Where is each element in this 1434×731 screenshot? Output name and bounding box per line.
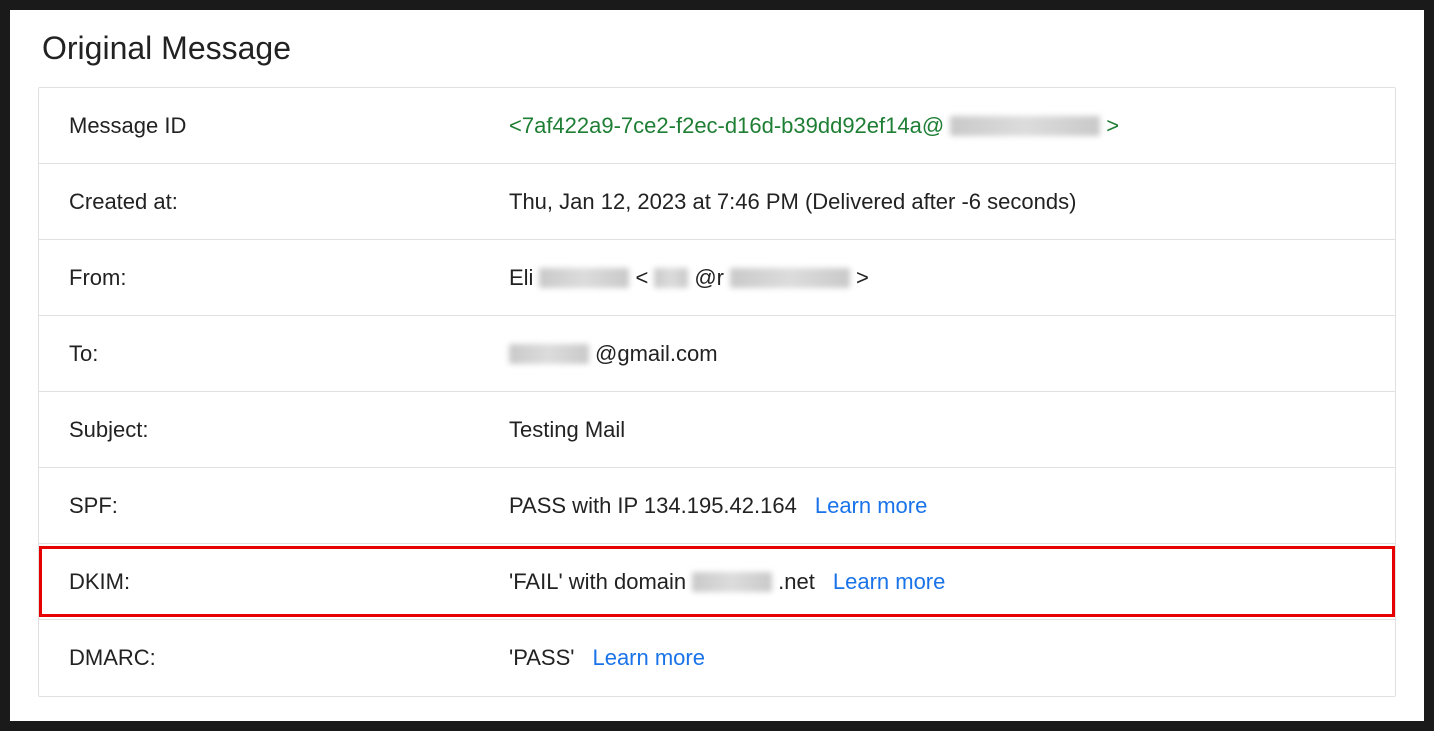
redacted-dkim-domain — [692, 572, 772, 592]
message-id-text-prefix: <7af422a9-7ce2-f2ec-d16d-b39dd92ef14a@ — [509, 113, 944, 139]
value-subject: Testing Mail — [509, 417, 625, 443]
learn-more-dmarc[interactable]: Learn more — [592, 645, 705, 671]
redacted-from-local — [654, 268, 688, 288]
from-at: @r — [694, 265, 724, 291]
row-from: From: Eli < @r > — [39, 240, 1395, 316]
row-message-id: Message ID <7af422a9-7ce2-f2ec-d16d-b39d… — [39, 88, 1395, 164]
row-spf: SPF: PASS with IP 134.195.42.164 Learn m… — [39, 468, 1395, 544]
message-id-text-suffix: > — [1106, 113, 1119, 139]
value-dmarc: 'PASS' Learn more — [509, 645, 705, 671]
from-bracket-close: > — [856, 265, 869, 291]
value-created-at: Thu, Jan 12, 2023 at 7:46 PM (Delivered … — [509, 189, 1076, 215]
label-dmarc: DMARC: — [69, 645, 509, 671]
label-message-id: Message ID — [69, 113, 509, 139]
row-subject: Subject: Testing Mail — [39, 392, 1395, 468]
label-subject: Subject: — [69, 417, 509, 443]
to-domain: @gmail.com — [595, 341, 718, 367]
redacted-from-domain — [730, 268, 850, 288]
redacted-to-local — [509, 344, 589, 364]
row-to: To: @gmail.com — [39, 316, 1395, 392]
value-dkim: 'FAIL' with domain .net Learn more — [509, 569, 945, 595]
learn-more-dkim[interactable]: Learn more — [833, 569, 946, 595]
redacted-from-lastname — [539, 268, 629, 288]
label-to: To: — [69, 341, 509, 367]
value-message-id: <7af422a9-7ce2-f2ec-d16d-b39dd92ef14a@ > — [509, 113, 1119, 139]
row-dmarc: DMARC: 'PASS' Learn more — [39, 620, 1395, 696]
value-spf: PASS with IP 134.195.42.164 Learn more — [509, 493, 927, 519]
original-message-panel: Original Message Message ID <7af422a9-7c… — [10, 10, 1424, 721]
value-to: @gmail.com — [509, 341, 718, 367]
redacted-domain — [950, 116, 1100, 136]
value-from: Eli < @r > — [509, 265, 869, 291]
row-created-at: Created at: Thu, Jan 12, 2023 at 7:46 PM… — [39, 164, 1395, 240]
message-details-table: Message ID <7af422a9-7ce2-f2ec-d16d-b39d… — [38, 87, 1396, 697]
label-created-at: Created at: — [69, 189, 509, 215]
label-from: From: — [69, 265, 509, 291]
label-spf: SPF: — [69, 493, 509, 519]
dmarc-text: 'PASS' — [509, 645, 574, 671]
spf-text: PASS with IP 134.195.42.164 — [509, 493, 797, 519]
row-dkim: DKIM: 'FAIL' with domain .net Learn more — [39, 544, 1395, 620]
dkim-text-prefix: 'FAIL' with domain — [509, 569, 686, 595]
learn-more-spf[interactable]: Learn more — [815, 493, 928, 519]
from-bracket-open: < — [635, 265, 648, 291]
label-dkim: DKIM: — [69, 569, 509, 595]
from-name: Eli — [509, 265, 533, 291]
dkim-text-suffix: .net — [778, 569, 815, 595]
page-title: Original Message — [42, 30, 1396, 67]
